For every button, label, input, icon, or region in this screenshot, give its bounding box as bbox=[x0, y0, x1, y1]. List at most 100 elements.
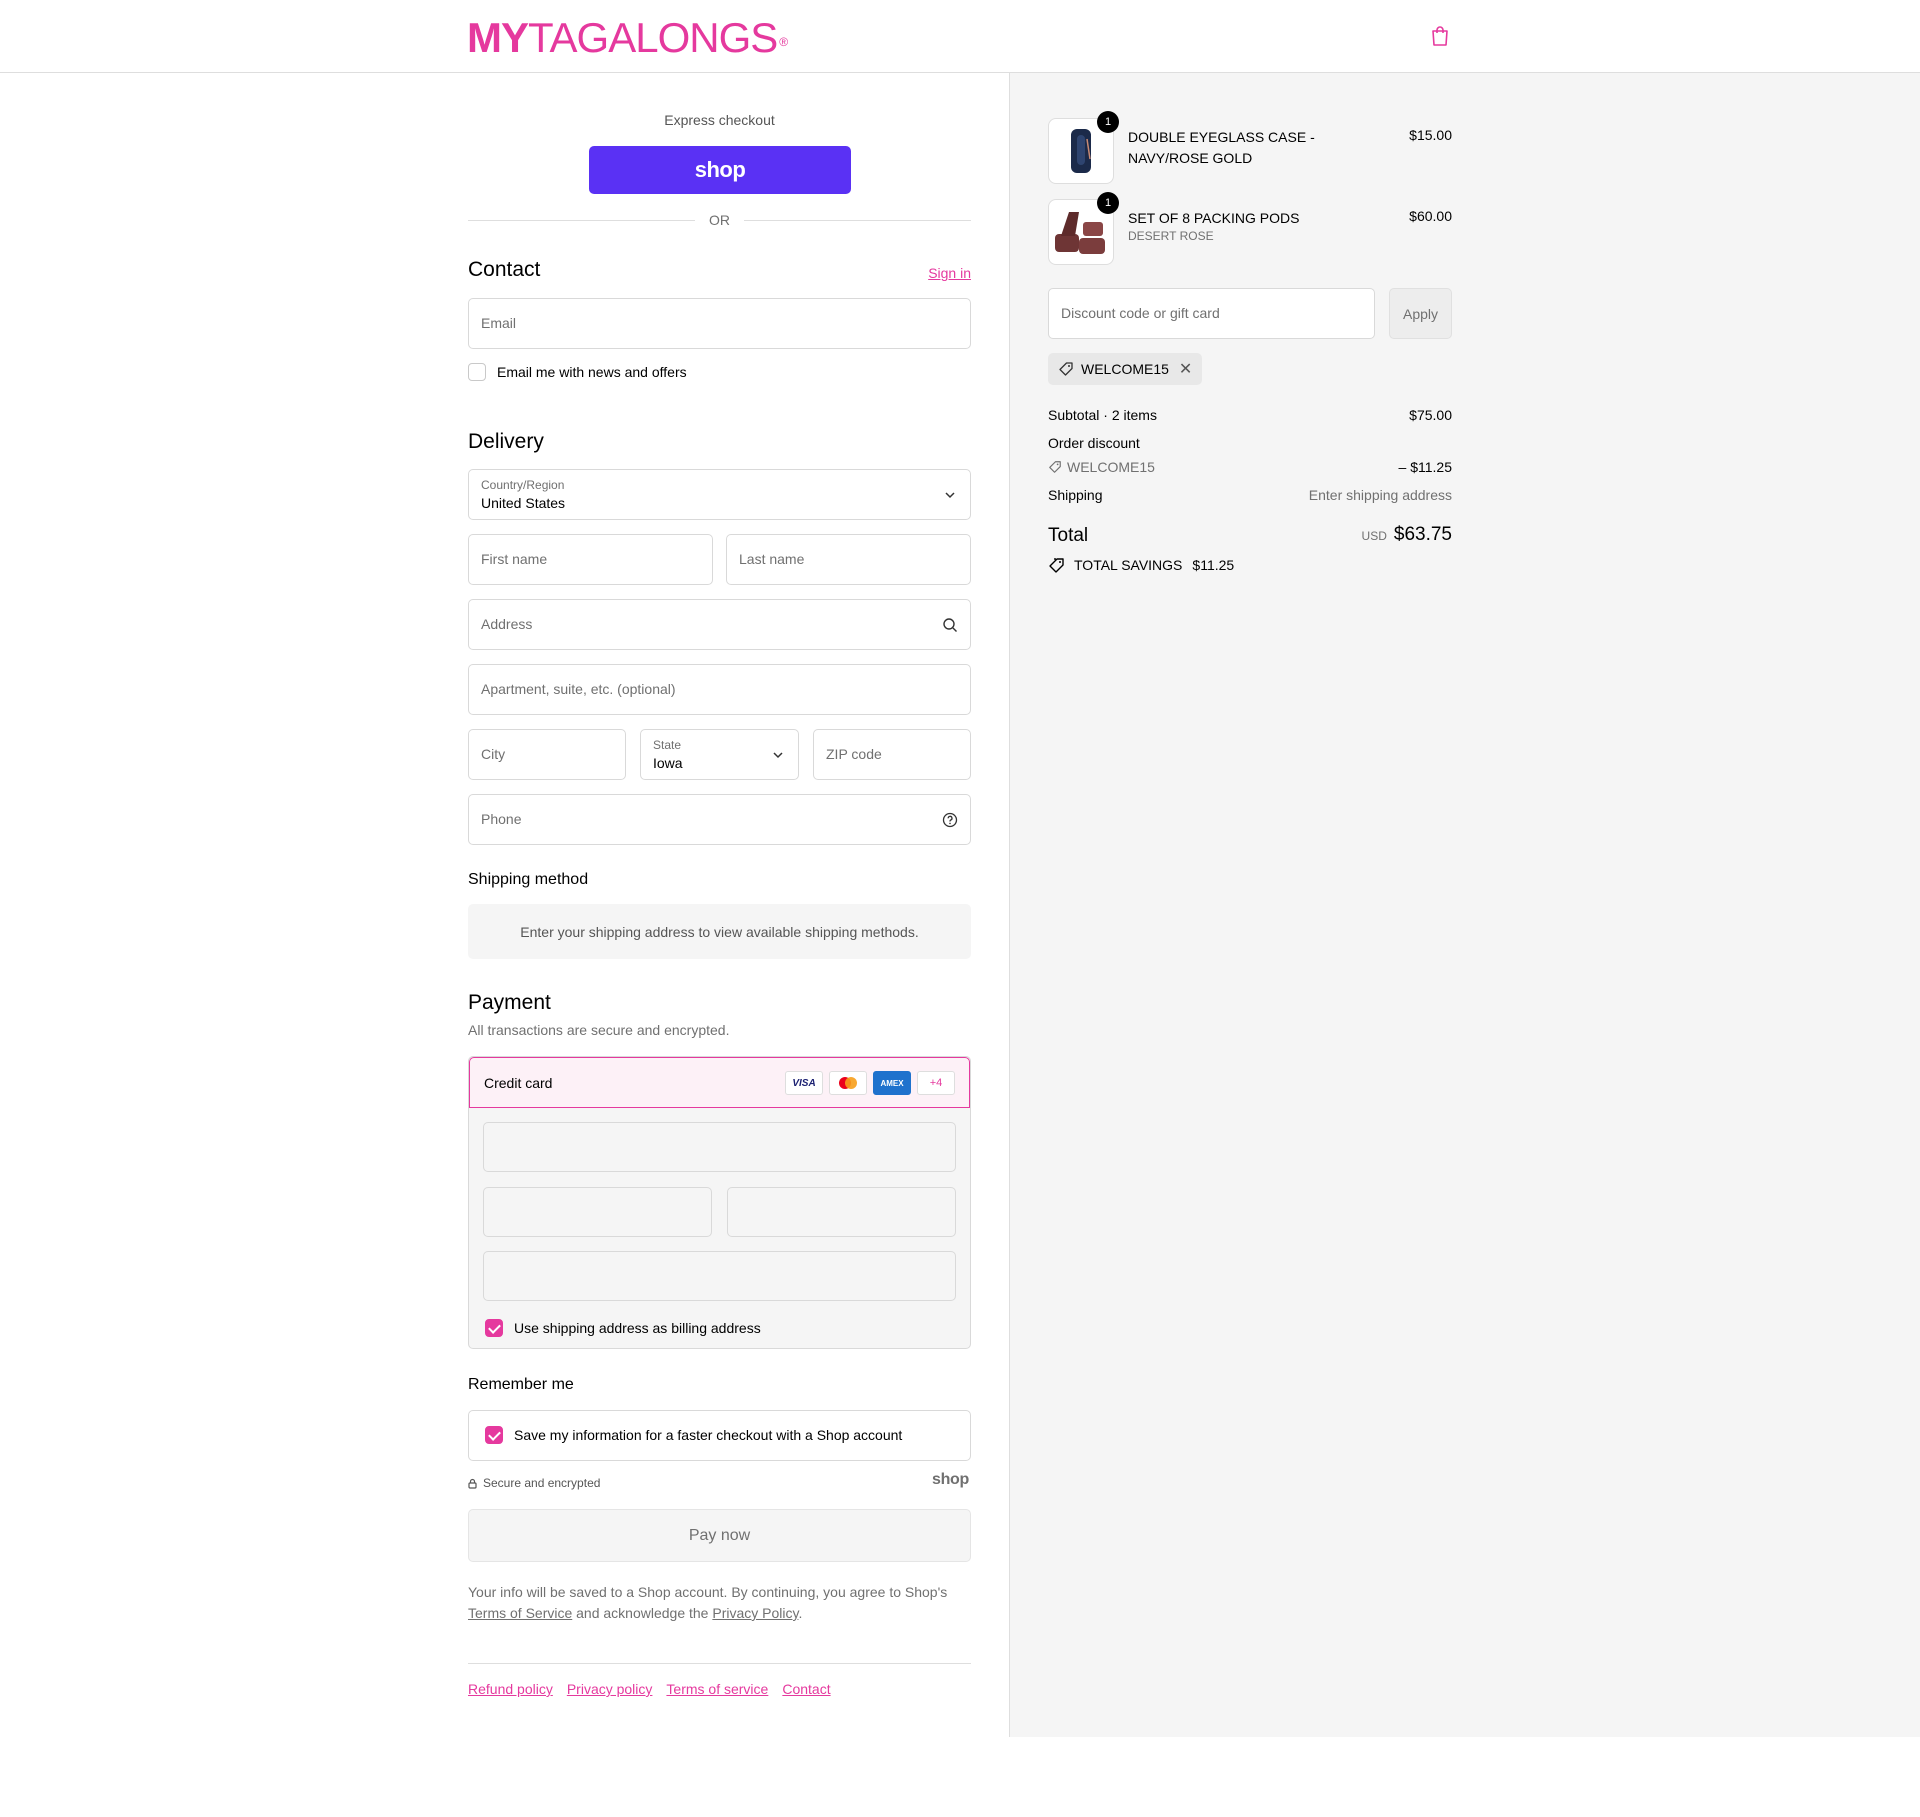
news-offers-option[interactable]: Email me with news and offers bbox=[468, 363, 687, 381]
tag-icon bbox=[1049, 461, 1061, 473]
card-name-field[interactable] bbox=[483, 1251, 956, 1301]
product-image: 1 bbox=[1048, 111, 1119, 184]
savings-value: $11.25 bbox=[1192, 557, 1235, 573]
billing-address-checkbox[interactable] bbox=[485, 1319, 503, 1337]
card-logos: VISA AMEX +4 bbox=[785, 1071, 955, 1095]
card-expiry-field[interactable] bbox=[483, 1187, 712, 1237]
phone-field[interactable]: Phone bbox=[468, 794, 971, 845]
privacy-policy-link[interactable]: Privacy Policy bbox=[712, 1605, 798, 1621]
discount-code-label: WELCOME15 bbox=[1067, 459, 1155, 475]
applied-discount-chip: WELCOME15 ✕ bbox=[1048, 353, 1203, 385]
save-info-label: Save my information for a faster checkou… bbox=[514, 1427, 903, 1443]
search-icon bbox=[943, 618, 957, 632]
shipping-method-title: Shipping method bbox=[468, 871, 589, 888]
payment-note: All transactions are secure and encrypte… bbox=[468, 1022, 730, 1038]
item-price: $60.00 bbox=[1409, 208, 1452, 224]
refund-policy-link[interactable]: Refund policy bbox=[468, 1681, 553, 1697]
apartment-field[interactable]: Apartment, suite, etc. (optional) bbox=[468, 664, 971, 715]
order-discount-label: Order discount bbox=[1048, 435, 1140, 451]
payment-title: Payment bbox=[468, 991, 551, 1014]
shop-logo: shop bbox=[931, 1471, 969, 1488]
news-offers-checkbox[interactable] bbox=[468, 363, 486, 381]
remember-me-title: Remember me bbox=[468, 1376, 574, 1393]
logo[interactable]: MYTAGALONGS ® bbox=[467, 14, 788, 62]
logo-rest: TAGALONGS bbox=[528, 14, 778, 61]
terms-of-service-link[interactable]: Terms of Service bbox=[468, 1605, 572, 1621]
terms-of-service-footer-link[interactable]: Terms of service bbox=[666, 1681, 768, 1697]
shipping-row: Shipping Enter shipping address bbox=[1048, 487, 1452, 503]
country-select[interactable]: Country/Region United States bbox=[468, 469, 971, 520]
footer-divider bbox=[468, 1663, 971, 1664]
remove-discount-icon[interactable]: ✕ bbox=[1179, 359, 1192, 379]
subtotal-row: Subtotal · 2 items $75.00 bbox=[1048, 407, 1452, 423]
tag-icon bbox=[1059, 362, 1073, 376]
news-offers-label: Email me with news and offers bbox=[497, 364, 687, 380]
address-placeholder: Address bbox=[481, 616, 533, 632]
contact-link[interactable]: Contact bbox=[782, 1681, 830, 1697]
first-name-placeholder: First name bbox=[481, 551, 548, 567]
legal-text-1: Your info will be saved to a Shop accoun… bbox=[468, 1584, 948, 1600]
country-value: United States bbox=[481, 495, 566, 511]
footer-links: Refund policy Privacy policy Terms of se… bbox=[468, 1681, 831, 1697]
legal-text-3: . bbox=[798, 1605, 803, 1621]
last-name-placeholder: Last name bbox=[739, 551, 805, 567]
apartment-placeholder: Apartment, suite, etc. (optional) bbox=[481, 681, 676, 697]
pay-now-button[interactable]: Pay now bbox=[468, 1509, 971, 1562]
card-cvv-field[interactable] bbox=[727, 1187, 956, 1237]
city-field[interactable]: City bbox=[468, 729, 626, 780]
subtotal-value: $75.00 bbox=[1409, 407, 1452, 423]
discount-code-text: WELCOME15 bbox=[1081, 361, 1169, 377]
line-item: 1 SET OF 8 PACKING PODS DESERT ROSE $60.… bbox=[1048, 192, 1452, 265]
last-name-field[interactable]: Last name bbox=[726, 534, 971, 585]
chevron-down-icon bbox=[773, 752, 783, 759]
country-label: Country/Region bbox=[481, 478, 565, 492]
card-number-field[interactable] bbox=[483, 1122, 956, 1172]
address-field[interactable]: Address bbox=[468, 599, 971, 650]
phone-placeholder: Phone bbox=[481, 811, 522, 827]
discount-code-field[interactable]: Discount code or gift card bbox=[1048, 288, 1375, 339]
secure-text: Secure and encrypted bbox=[483, 1476, 601, 1490]
total-amount: $63.75 bbox=[1393, 524, 1452, 545]
savings-label: TOTAL SAVINGS bbox=[1074, 557, 1183, 573]
save-info-checkbox[interactable] bbox=[485, 1426, 503, 1444]
billing-address-option[interactable]: Use shipping address as billing address bbox=[485, 1319, 761, 1337]
apply-discount-button[interactable]: Apply bbox=[1389, 288, 1452, 339]
credit-card-option[interactable]: Credit card VISA AMEX +4 bbox=[469, 1057, 970, 1108]
more-cards-badge: +4 bbox=[917, 1071, 955, 1095]
sign-in-link[interactable]: Sign in bbox=[928, 265, 971, 281]
logo-my: MY bbox=[467, 14, 529, 61]
or-text: OR bbox=[709, 212, 730, 228]
city-placeholder: City bbox=[481, 746, 506, 762]
subtotal-label: Subtotal · 2 items bbox=[1048, 407, 1157, 423]
order-discount-row: Order discount bbox=[1048, 435, 1452, 451]
help-circle-icon[interactable] bbox=[942, 812, 958, 828]
shipping-value: Enter shipping address bbox=[1308, 487, 1452, 503]
email-field[interactable]: Email bbox=[468, 298, 971, 349]
discount-code-row: WELCOME15 – $11.25 bbox=[1048, 459, 1452, 475]
email-placeholder: Email bbox=[481, 315, 517, 331]
zip-field[interactable]: ZIP code bbox=[813, 729, 971, 780]
zip-placeholder: ZIP code bbox=[826, 746, 882, 762]
secure-note: Secure and encrypted bbox=[468, 1476, 600, 1490]
shipping-method-notice: Enter your shipping address to view avai… bbox=[468, 904, 971, 959]
legal-text-2: and acknowledge the bbox=[572, 1605, 713, 1621]
first-name-field[interactable]: First name bbox=[468, 534, 713, 585]
legal-text: Your info will be saved to a Shop accoun… bbox=[468, 1582, 971, 1624]
shopping-bag-icon[interactable] bbox=[1430, 25, 1450, 47]
line-item: 1 DOUBLE EYEGLASS CASE - NAVY/ROSE GOLD … bbox=[1048, 111, 1452, 184]
item-name: SET OF 8 PACKING PODS bbox=[1128, 210, 1300, 226]
state-select[interactable]: State Iowa bbox=[640, 729, 799, 780]
logo-registered: ® bbox=[779, 35, 788, 49]
item-name: DOUBLE EYEGLASS CASE - NAVY/ROSE GOLD bbox=[1128, 129, 1315, 166]
discount-value: – $11.25 bbox=[1398, 459, 1452, 475]
shop-pay-button[interactable]: shop bbox=[589, 146, 851, 194]
credit-card-section: Credit card VISA AMEX +4 Use shipping ad… bbox=[468, 1056, 971, 1349]
total-savings: TOTAL SAVINGS $11.25 bbox=[1048, 557, 1234, 573]
contact-title: Contact bbox=[468, 258, 541, 281]
express-checkout-label: Express checkout bbox=[664, 112, 775, 128]
visa-icon: VISA bbox=[785, 1071, 823, 1095]
item-price: $15.00 bbox=[1409, 127, 1452, 143]
privacy-policy-footer-link[interactable]: Privacy policy bbox=[567, 1681, 653, 1697]
save-info-option[interactable]: Save my information for a faster checkou… bbox=[485, 1426, 902, 1444]
tag-icon bbox=[1049, 558, 1064, 573]
